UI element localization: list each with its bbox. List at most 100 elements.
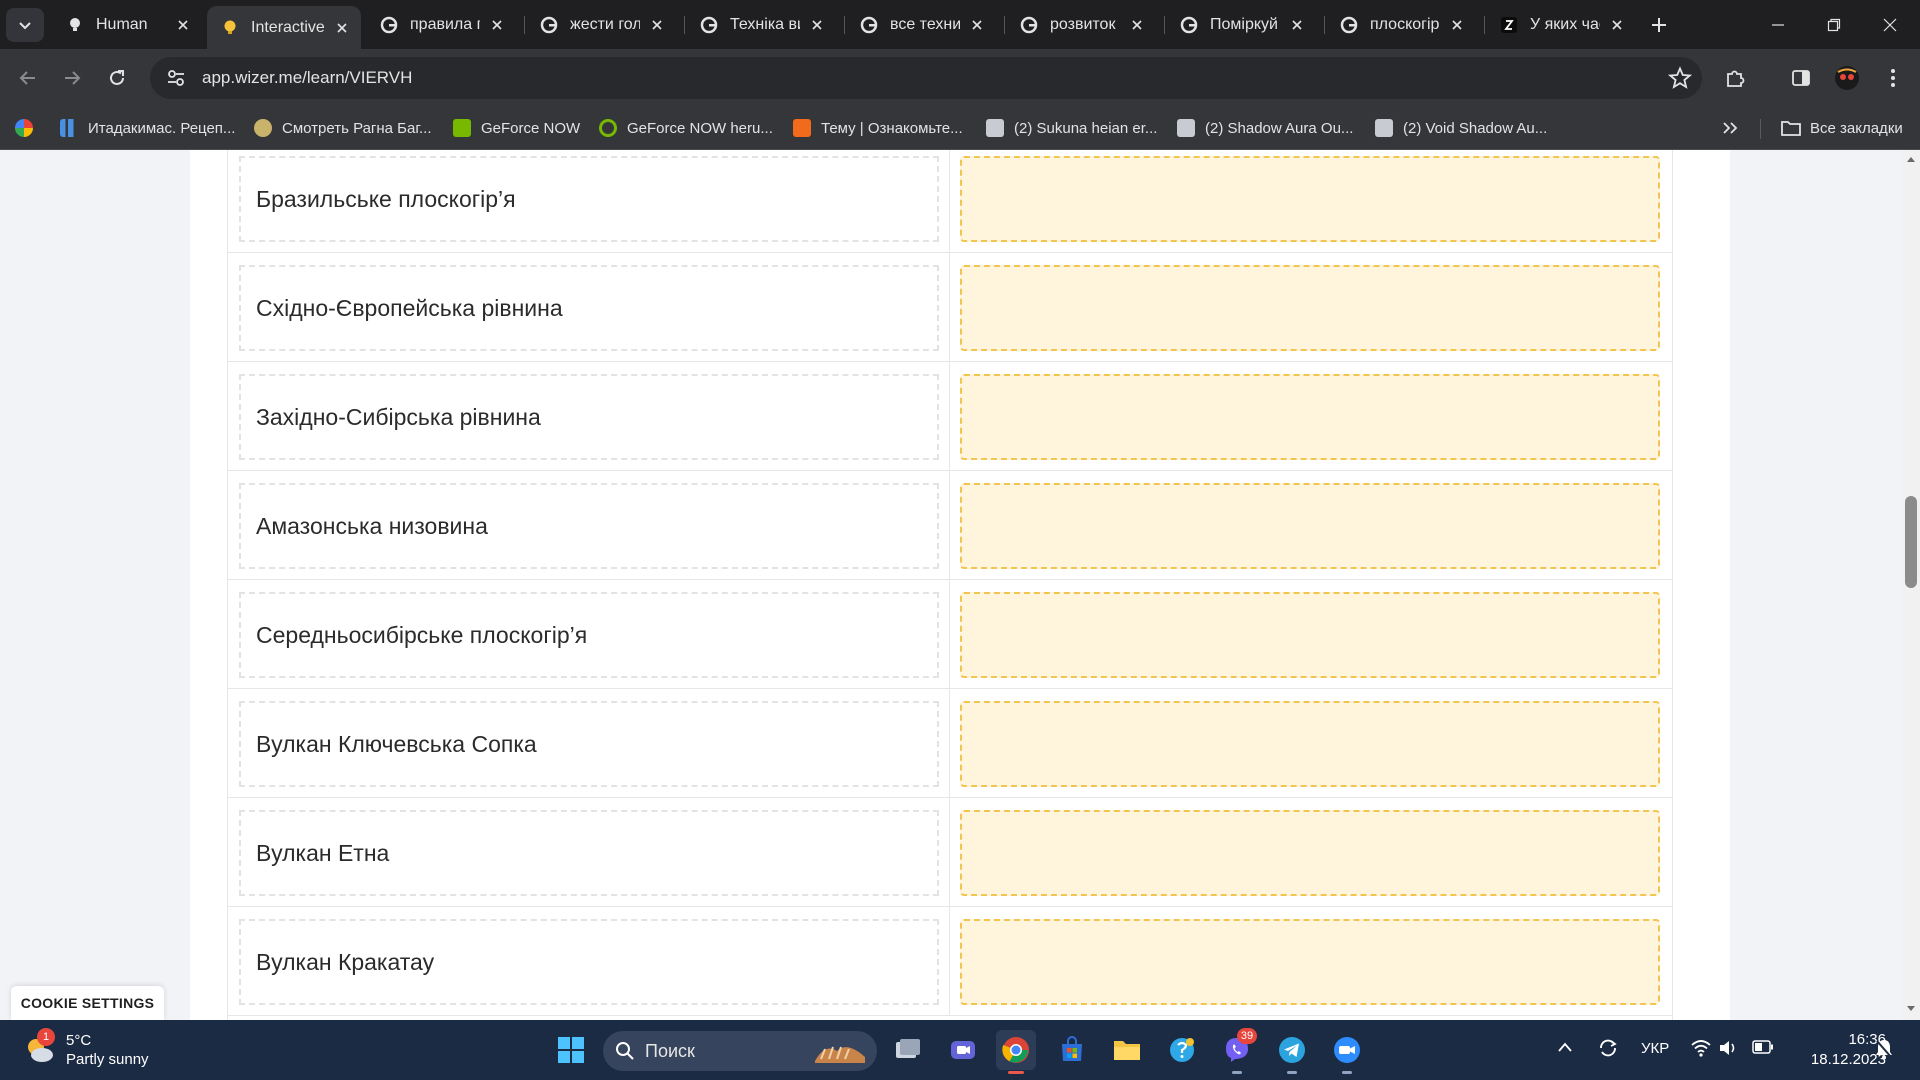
more-bookmarks-button[interactable] bbox=[1722, 115, 1738, 141]
site-orange-icon bbox=[793, 119, 811, 137]
weather-widget[interactable]: 1 5°C Partly sunny bbox=[22, 1028, 149, 1071]
bookmark-label: Смотреть Рагна Баг... bbox=[282, 119, 432, 137]
bookmark-item[interactable]: (2) Shadow Aura Ou... bbox=[1177, 115, 1353, 141]
tab-google-4[interactable]: все техни bbox=[846, 6, 996, 43]
drop-zone[interactable] bbox=[960, 374, 1660, 460]
scroll-down-icon[interactable] bbox=[1905, 1004, 1917, 1014]
tab-google-6[interactable]: Поміркуй bbox=[1166, 6, 1316, 43]
tab-google-3[interactable]: Техніка ви bbox=[686, 6, 836, 43]
tab-strip: Human Interactive правила г жести гол Те… bbox=[0, 0, 1920, 49]
tab-title: правила г bbox=[410, 15, 480, 33]
match-item-card[interactable]: Західно-Сибірська рівнина bbox=[239, 374, 939, 460]
close-icon[interactable] bbox=[648, 16, 666, 34]
chrome-taskbar-button[interactable] bbox=[996, 1030, 1036, 1074]
system-clock[interactable]: 16:36 18.12.2023 bbox=[1786, 1030, 1886, 1070]
match-item-card[interactable]: Амазонська низовина bbox=[239, 483, 939, 569]
close-icon[interactable] bbox=[968, 16, 986, 34]
tab-google-5[interactable]: розвиток bbox=[1006, 6, 1156, 43]
close-icon[interactable] bbox=[1608, 16, 1626, 34]
tab-separator bbox=[1484, 16, 1485, 34]
reload-button[interactable] bbox=[101, 62, 133, 94]
language-indicator[interactable]: УКР bbox=[1641, 1040, 1669, 1057]
drop-zone[interactable] bbox=[960, 592, 1660, 678]
drop-zone[interactable] bbox=[960, 265, 1660, 351]
task-view-button[interactable] bbox=[888, 1030, 928, 1070]
close-icon[interactable] bbox=[488, 16, 506, 34]
column-divider bbox=[949, 907, 950, 1016]
match-item-card[interactable]: Східно-Європейська рівнина bbox=[239, 265, 939, 351]
cookie-settings-button[interactable]: COOKIE SETTINGS bbox=[11, 986, 164, 1020]
start-button[interactable] bbox=[551, 1030, 591, 1070]
reload-icon bbox=[110, 70, 124, 85]
match-item-card[interactable]: Вулкан Кракатау bbox=[239, 919, 939, 1005]
teams-chat-button[interactable] bbox=[943, 1030, 983, 1070]
zoom-button[interactable] bbox=[1327, 1030, 1367, 1074]
close-icon[interactable] bbox=[333, 19, 351, 37]
tab-google-1[interactable]: правила г bbox=[366, 6, 516, 43]
all-bookmarks-button[interactable]: Все закладки bbox=[1780, 115, 1903, 141]
windows-logo-icon bbox=[558, 1037, 584, 1063]
close-window-button[interactable] bbox=[1862, 0, 1918, 49]
close-icon[interactable] bbox=[174, 16, 192, 34]
close-icon[interactable] bbox=[1448, 16, 1466, 34]
chat-app-button[interactable] bbox=[1162, 1030, 1202, 1070]
close-icon[interactable] bbox=[1288, 16, 1306, 34]
bookmark-item[interactable]: Итадакимас. Рецеп... bbox=[60, 115, 235, 141]
volume-icon[interactable] bbox=[1718, 1039, 1738, 1061]
page-scrollbar[interactable] bbox=[1902, 150, 1920, 1020]
minimize-button[interactable] bbox=[1750, 0, 1806, 49]
wifi-icon[interactable] bbox=[1691, 1039, 1711, 1061]
viber-button[interactable]: 39 bbox=[1217, 1028, 1257, 1074]
tab-title: Поміркуй bbox=[1210, 15, 1278, 33]
tab-google-7[interactable]: плоскогір bbox=[1326, 6, 1476, 43]
worksheet: Бразильське плоскогір’я Східно-Європейсь… bbox=[190, 150, 1730, 1020]
drop-zone[interactable] bbox=[960, 483, 1660, 569]
new-tab-button[interactable] bbox=[1646, 12, 1672, 38]
tab-znaimo[interactable]: У яких час bbox=[1486, 6, 1636, 43]
tab-google-2[interactable]: жести гол bbox=[526, 6, 676, 43]
menu-button[interactable] bbox=[1878, 63, 1908, 93]
restore-button[interactable] bbox=[1806, 0, 1862, 49]
bookmark-item[interactable]: Тему | Ознакомьте... bbox=[793, 115, 963, 141]
clock-date: 18.12.2023 bbox=[1810, 1051, 1886, 1068]
taskbar-search[interactable]: Поиск bbox=[603, 1031, 877, 1071]
drop-zone[interactable] bbox=[960, 156, 1660, 242]
bookmark-item[interactable]: Смотреть Рагна Баг... bbox=[254, 115, 432, 141]
bookmark-item[interactable]: GeForce NOW bbox=[453, 115, 580, 141]
store-button[interactable] bbox=[1052, 1030, 1092, 1070]
scroll-up-icon[interactable] bbox=[1905, 154, 1917, 164]
address-bar[interactable]: app.wizer.me/learn/VIERVH bbox=[150, 57, 1702, 99]
bookmark-item[interactable]: (2) Sukuna heian er... bbox=[986, 115, 1157, 141]
close-icon[interactable] bbox=[1128, 16, 1146, 34]
tab-search-button[interactable] bbox=[6, 8, 44, 42]
match-item-card[interactable]: Вулкан Ключевська Сопка bbox=[239, 701, 939, 787]
side-panel-button[interactable] bbox=[1786, 63, 1816, 93]
drop-zone[interactable] bbox=[960, 919, 1660, 1005]
drop-zone[interactable] bbox=[960, 810, 1660, 896]
file-explorer-button[interactable] bbox=[1107, 1030, 1147, 1070]
close-icon[interactable] bbox=[808, 16, 826, 34]
drop-zone[interactable] bbox=[960, 701, 1660, 787]
site-settings-icon[interactable] bbox=[158, 63, 194, 93]
profile-avatar[interactable] bbox=[1832, 63, 1862, 93]
back-button[interactable] bbox=[12, 62, 44, 94]
bookmark-item[interactable]: (2) Void Shadow Au... bbox=[1375, 115, 1547, 141]
apps-shortcut[interactable] bbox=[14, 115, 34, 141]
scrollbar-thumb[interactable] bbox=[1905, 496, 1917, 588]
match-item-card[interactable]: Середньосибірське плоскогір’я bbox=[239, 592, 939, 678]
page-viewport: Бразильське плоскогір’я Східно-Європейсь… bbox=[0, 150, 1920, 1020]
extensions-button[interactable] bbox=[1720, 63, 1750, 93]
bookmark-star-icon[interactable] bbox=[1668, 66, 1692, 90]
match-item-card[interactable]: Бразильське плоскогір’я bbox=[239, 156, 939, 242]
show-hidden-icons-button[interactable] bbox=[1557, 1040, 1573, 1057]
tab-human[interactable]: Human bbox=[52, 6, 202, 43]
battery-icon[interactable] bbox=[1752, 1040, 1774, 1058]
bookmark-item[interactable]: GeForce NOW heru... bbox=[599, 115, 773, 141]
telegram-button[interactable] bbox=[1272, 1030, 1312, 1074]
forward-button[interactable] bbox=[56, 62, 88, 94]
sync-icon-button[interactable] bbox=[1597, 1037, 1619, 1063]
notifications-button[interactable] bbox=[1874, 1038, 1894, 1064]
chevron-double-right-icon bbox=[1723, 122, 1738, 134]
match-item-card[interactable]: Вулкан Етна bbox=[239, 810, 939, 896]
tab-interactive[interactable]: Interactive bbox=[207, 6, 361, 49]
